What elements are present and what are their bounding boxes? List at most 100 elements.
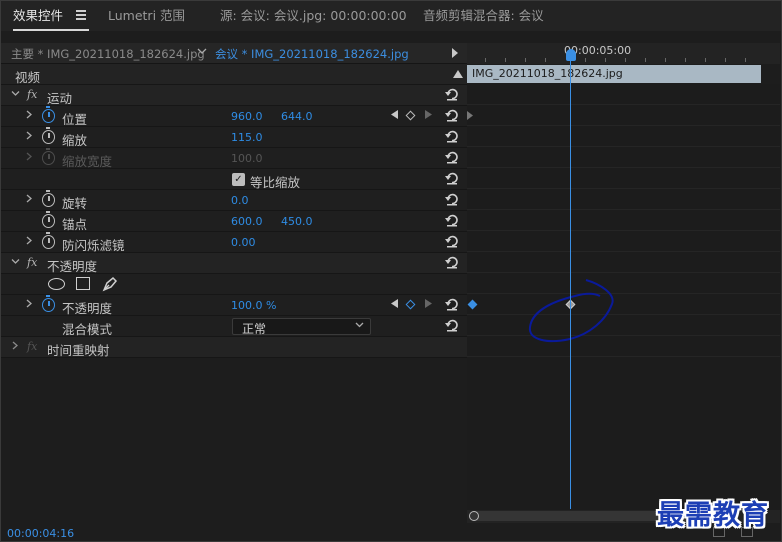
playhead-handle[interactable]	[566, 49, 576, 61]
fx-icon: fx	[27, 340, 38, 353]
add-keyframe-icon[interactable]	[405, 299, 416, 310]
anchor-x-value[interactable]: 600.0	[231, 215, 263, 228]
chevron-down-icon[interactable]	[197, 46, 209, 58]
expand-chevron-icon[interactable]	[11, 341, 19, 353]
scale-width-label: 缩放宽度	[62, 154, 113, 169]
current-timecode[interactable]: 00:00:04:16	[7, 527, 74, 540]
anchor-point-label: 锚点	[62, 217, 88, 232]
time-remap-row[interactable]: fx 时间重映射	[1, 337, 467, 358]
watermark-logo: 最需教育	[657, 500, 769, 531]
scale-row[interactable]: 缩放 115.0	[1, 127, 467, 148]
motion-label: 运动	[47, 91, 73, 106]
master-clip-tab[interactable]: 主要 * IMG_20211018_182624.jpg	[11, 46, 205, 62]
motion-effect-row[interactable]: fx 运动	[1, 85, 467, 106]
stopwatch-icon[interactable]	[42, 295, 55, 312]
anchor-y-value[interactable]: 450.0	[281, 215, 313, 228]
stopwatch-icon[interactable]	[42, 127, 55, 144]
reset-icon[interactable]	[445, 130, 459, 143]
position-x-value[interactable]: 960.0	[231, 110, 263, 123]
ellipse-mask-icon[interactable]	[48, 278, 65, 290]
video-section-header: 视频	[1, 64, 467, 85]
next-keyframe-icon[interactable]	[425, 299, 432, 308]
reset-icon[interactable]	[445, 88, 459, 101]
video-header-label: 视频	[15, 70, 41, 85]
anchor-point-row[interactable]: 锚点 600.0 450.0	[1, 211, 467, 232]
reset-icon[interactable]	[445, 235, 459, 248]
effect-list-empty-area	[1, 358, 467, 510]
reset-icon[interactable]	[445, 193, 459, 206]
tab-effect-controls[interactable]: 效果控件	[13, 8, 63, 26]
sequence-clip-tab[interactable]: 会议 * IMG_20211018_182624.jpg	[215, 46, 409, 62]
expand-chevron-icon[interactable]	[11, 257, 20, 269]
active-tab-indicator	[13, 29, 89, 31]
rotation-label: 旋转	[62, 196, 88, 211]
prev-keyframe-icon[interactable]	[391, 110, 398, 119]
reset-icon[interactable]	[445, 172, 459, 185]
tab-lumetri-scopes[interactable]: Lumetri 范围	[108, 8, 185, 26]
reset-icon[interactable]	[445, 319, 459, 332]
uniform-scale-row: ✓ 等比缩放	[1, 169, 467, 190]
expand-chevron-icon[interactable]	[25, 110, 33, 122]
reset-icon[interactable]	[445, 256, 459, 269]
stopwatch-icon[interactable]	[42, 211, 55, 228]
playhead-line[interactable]	[570, 60, 571, 509]
keyframe-tracks[interactable]	[467, 84, 780, 358]
time-remap-label: 时间重映射	[47, 343, 110, 358]
chevron-down-icon	[355, 320, 364, 332]
opacity-effect-row[interactable]: fx 不透明度	[1, 253, 467, 274]
expand-chevron-icon[interactable]	[11, 89, 20, 101]
clip-name: IMG_20211018_182624.jpg	[472, 67, 623, 80]
tab-source-monitor[interactable]: 源: 会议: 会议.jpg: 00:00:00:00	[220, 8, 407, 26]
fx-icon[interactable]: fx	[27, 256, 37, 269]
scale-width-value: 100.0	[231, 152, 263, 165]
next-keyframe-icon[interactable]	[425, 110, 432, 119]
timeline-empty-area	[467, 358, 780, 510]
play-clip-arrow-icon[interactable]	[452, 48, 458, 58]
property-list: 视频 fx 运动 位置 960.0 644.0 缩放 115.0 缩放宽度 10…	[1, 64, 467, 358]
blend-mode-label: 混合模式	[62, 322, 113, 337]
opacity-value[interactable]: 100.0 %	[231, 299, 276, 312]
stopwatch-icon[interactable]	[42, 232, 55, 249]
anti-flicker-value[interactable]: 0.00	[231, 236, 256, 249]
scale-value[interactable]: 115.0	[231, 131, 263, 144]
blend-mode-row: 混合模式 正常	[1, 316, 467, 337]
rotation-value[interactable]: 0.0	[231, 194, 249, 207]
position-y-value[interactable]: 644.0	[281, 110, 313, 123]
opacity-row[interactable]: 不透明度 100.0 %	[1, 295, 467, 316]
pen-mask-icon[interactable]	[102, 276, 118, 292]
stopwatch-icon[interactable]	[42, 190, 55, 207]
anti-flicker-row[interactable]: 防闪烁滤镜 0.00	[1, 232, 467, 253]
scale-width-row: 缩放宽度 100.0	[1, 148, 467, 169]
reset-icon[interactable]	[445, 298, 459, 311]
panel-tab-bar: 效果控件 Lumetri 范围 源: 会议: 会议.jpg: 00:00:00:…	[1, 1, 781, 31]
expand-chevron-icon[interactable]	[25, 299, 33, 311]
anti-flicker-label: 防闪烁滤镜	[62, 238, 125, 253]
position-row[interactable]: 位置 960.0 644.0	[1, 106, 467, 127]
expand-chevron-icon[interactable]	[25, 194, 33, 206]
keyframe-offscreen-icon	[467, 111, 473, 120]
stopwatch-icon[interactable]	[42, 106, 55, 123]
keyframe-start-diamond[interactable]	[467, 299, 478, 310]
prev-keyframe-icon[interactable]	[391, 299, 398, 308]
zoom-handle-icon[interactable]	[469, 511, 479, 521]
reset-icon[interactable]	[445, 214, 459, 227]
blend-mode-select[interactable]: 正常	[232, 318, 371, 336]
timeline-ruler[interactable]: 00:00:05:00	[467, 43, 780, 64]
rotation-row[interactable]: 旋转 0.0	[1, 190, 467, 211]
expand-chevron-icon	[25, 152, 33, 164]
rectangle-mask-icon[interactable]	[76, 277, 90, 290]
tab-audio-clip-mixer[interactable]: 音频剪辑混合器: 会议	[423, 8, 544, 26]
mask-tools-row	[1, 274, 467, 295]
add-keyframe-icon[interactable]	[405, 110, 416, 121]
panel-menu-icon[interactable]	[76, 10, 86, 20]
collapse-arrow-icon[interactable]	[453, 70, 463, 78]
opacity-label: 不透明度	[62, 301, 113, 316]
reset-icon[interactable]	[445, 109, 459, 122]
clip-bar[interactable]: IMG_20211018_182624.jpg	[467, 65, 761, 83]
expand-chevron-icon[interactable]	[25, 236, 33, 248]
opacity-effect-label: 不透明度	[47, 259, 98, 274]
reset-icon[interactable]	[445, 151, 459, 164]
uniform-scale-checkbox[interactable]: ✓	[232, 173, 245, 186]
fx-icon[interactable]: fx	[27, 88, 37, 101]
expand-chevron-icon[interactable]	[25, 131, 33, 143]
